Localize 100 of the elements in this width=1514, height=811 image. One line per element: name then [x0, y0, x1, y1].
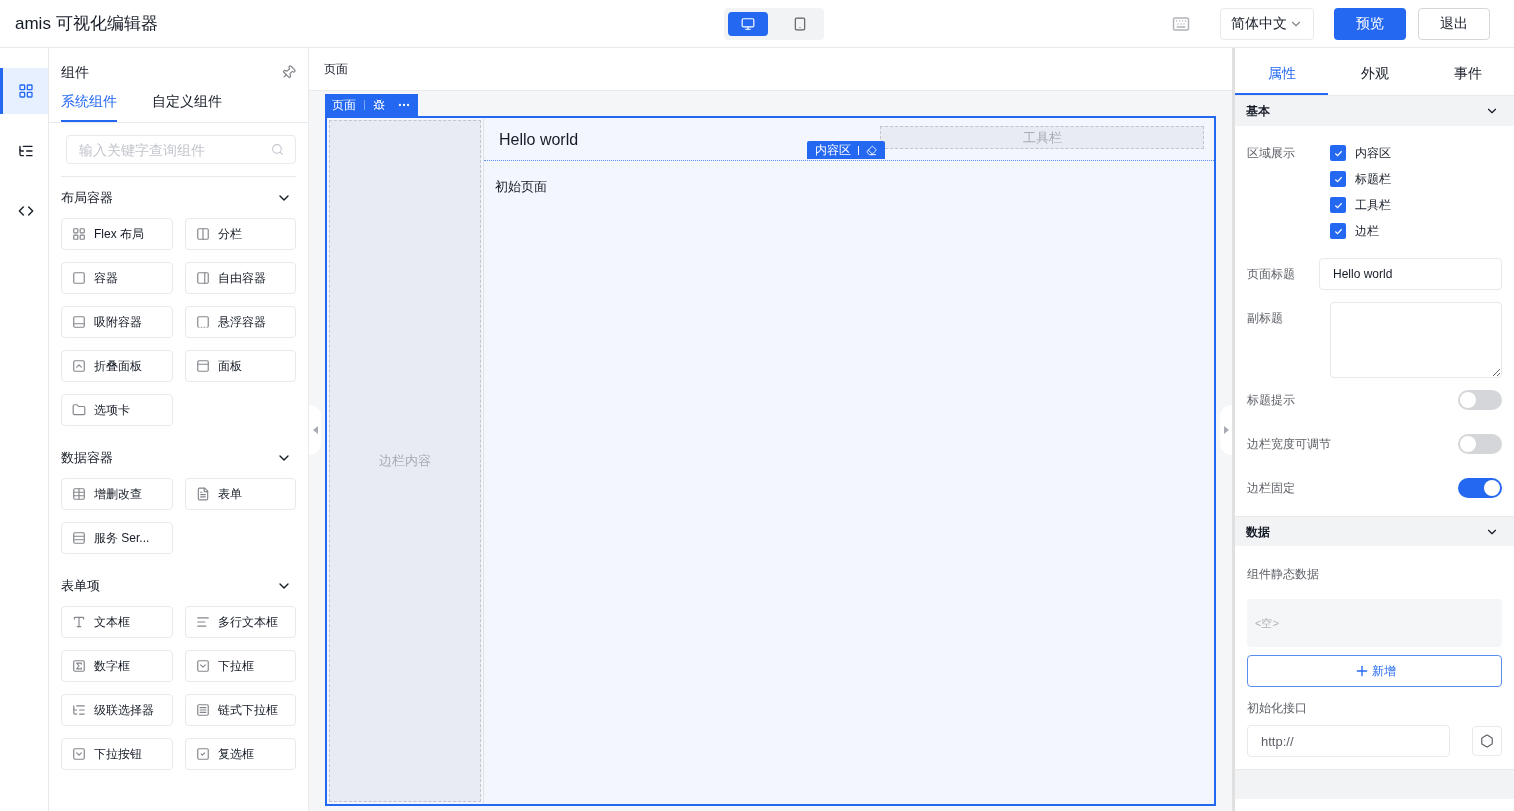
component-icon	[72, 271, 86, 285]
component-card[interactable]: 选项卡	[61, 394, 173, 426]
field-label: 标题提示	[1247, 392, 1295, 409]
tree-icon	[17, 143, 34, 159]
component-icon	[195, 227, 210, 241]
component-card[interactable]: 级联选择器	[61, 694, 173, 726]
api-settings-button[interactable]	[1472, 726, 1502, 756]
language-select[interactable]: 简体中文	[1220, 7, 1314, 40]
toggle-switch[interactable]	[1458, 478, 1502, 498]
component-card[interactable]: 增删改查	[61, 478, 173, 510]
components-rail-button[interactable]	[0, 68, 48, 114]
component-icon	[72, 615, 86, 629]
check-icon	[1333, 148, 1343, 158]
page-title-field[interactable]: Hello world	[1319, 258, 1502, 290]
checkbox[interactable]	[1330, 223, 1346, 239]
desktop-icon	[740, 16, 755, 31]
component-card[interactable]: 悬浮容器	[184, 306, 296, 338]
component-icon	[195, 747, 210, 761]
region-tag[interactable]: 内容区	[807, 141, 885, 159]
bug-icon[interactable]	[373, 99, 385, 111]
component-card[interactable]: 折叠面板	[61, 350, 173, 382]
sidebar-placeholder: 边栏内容	[379, 452, 431, 471]
component-icon	[72, 227, 86, 241]
component-icon	[195, 359, 210, 373]
component-icon	[195, 703, 210, 717]
panel-title: 组件	[61, 63, 89, 82]
component-card[interactable]: 面板	[184, 350, 296, 382]
eraser-icon[interactable]	[866, 144, 877, 156]
component-card[interactable]: 文本框	[61, 606, 173, 638]
section-header[interactable]: 数据	[1235, 516, 1514, 546]
code-icon	[17, 203, 34, 219]
search-icon	[271, 143, 284, 156]
check-icon	[1333, 174, 1343, 184]
field-label: 边栏宽度可调节	[1247, 436, 1331, 453]
component-icon	[195, 271, 210, 285]
component-card[interactable]: 下拉按钮	[61, 738, 173, 770]
keyboard-icon[interactable]	[1172, 14, 1190, 33]
component-card[interactable]: 链式下拉框	[184, 694, 296, 726]
checkbox-label: 工具栏	[1355, 197, 1391, 214]
subtitle-field[interactable]	[1330, 302, 1502, 378]
panel-tab[interactable]: 自定义组件	[152, 91, 222, 122]
desktop-view-button[interactable]	[727, 11, 768, 36]
page-toolbar[interactable]: 页面	[325, 94, 418, 116]
collapse-right-handle[interactable]	[1220, 405, 1232, 455]
preview-button[interactable]: 预览	[1334, 7, 1406, 40]
breadcrumb[interactable]: 页面	[324, 60, 348, 78]
field-label: 边栏固定	[1247, 480, 1295, 497]
checkbox-label: 标题栏	[1355, 171, 1391, 188]
field-label: 初始化接口	[1247, 701, 1307, 715]
settings-tab[interactable]: 事件	[1421, 48, 1514, 95]
page-title: Hello world	[499, 130, 579, 150]
component-card[interactable]: 容器	[61, 262, 173, 294]
component-icon	[72, 747, 86, 761]
component-card[interactable]: 表单	[184, 478, 296, 510]
hexagon-icon	[1480, 734, 1494, 748]
component-icon	[72, 659, 86, 673]
checkbox[interactable]	[1330, 171, 1346, 187]
checkbox[interactable]	[1330, 197, 1346, 213]
component-card[interactable]: 数字框	[61, 650, 173, 682]
component-card[interactable]: 下拉框	[184, 650, 296, 682]
component-card[interactable]: 多行文本框	[184, 606, 296, 638]
component-card[interactable]: 服务 Ser...	[61, 522, 173, 554]
component-card[interactable]: 复选框	[184, 738, 296, 770]
group-title: 表单项	[61, 577, 100, 596]
checkbox[interactable]	[1330, 145, 1346, 161]
checkbox-label: 边栏	[1355, 223, 1379, 240]
group-title: 数据容器	[61, 449, 113, 468]
component-icon	[195, 315, 210, 329]
toggle-switch[interactable]	[1458, 434, 1502, 454]
check-icon	[1333, 226, 1343, 236]
component-icon	[72, 403, 86, 417]
exit-button[interactable]: 退出	[1418, 7, 1490, 40]
section-header[interactable]: 基本	[1235, 96, 1514, 126]
component-card[interactable]: 吸附容器	[61, 306, 173, 338]
check-icon	[1333, 200, 1343, 210]
field-label: 副标题	[1247, 310, 1284, 327]
add-button[interactable]: 新增	[1247, 655, 1502, 687]
component-icon	[72, 703, 86, 717]
component-card[interactable]: 自由容器	[184, 262, 296, 294]
page-frame[interactable]: 边栏内容 Hello world 工具栏 内容区 初始页面	[325, 116, 1216, 806]
component-icon	[72, 487, 86, 501]
tablet-icon	[792, 16, 807, 31]
panel-tab[interactable]: 系统组件	[61, 91, 117, 122]
component-icon	[195, 615, 210, 629]
toolbar-placeholder: 工具栏	[1022, 128, 1062, 147]
group-title: 布局容器	[61, 189, 113, 208]
search-field[interactable]: 输入关键字查询组件	[66, 135, 296, 164]
settings-tab[interactable]: 外观	[1328, 48, 1421, 95]
component-card[interactable]: 分栏	[184, 218, 296, 250]
body-text: 初始页面	[495, 179, 547, 194]
field-label: 页面标题	[1247, 266, 1296, 283]
toggle-switch[interactable]	[1458, 390, 1502, 410]
component-icon	[72, 315, 86, 329]
checkbox-label: 内容区	[1355, 145, 1391, 162]
collapse-left-handle[interactable]	[309, 405, 321, 455]
app-title: amis 可视化编辑器	[15, 12, 159, 35]
grid-icon	[17, 83, 34, 99]
init-api-field[interactable]: http://	[1247, 725, 1450, 757]
component-card[interactable]: Flex 布局	[61, 218, 173, 250]
field-label: 组件静态数据	[1247, 567, 1319, 581]
